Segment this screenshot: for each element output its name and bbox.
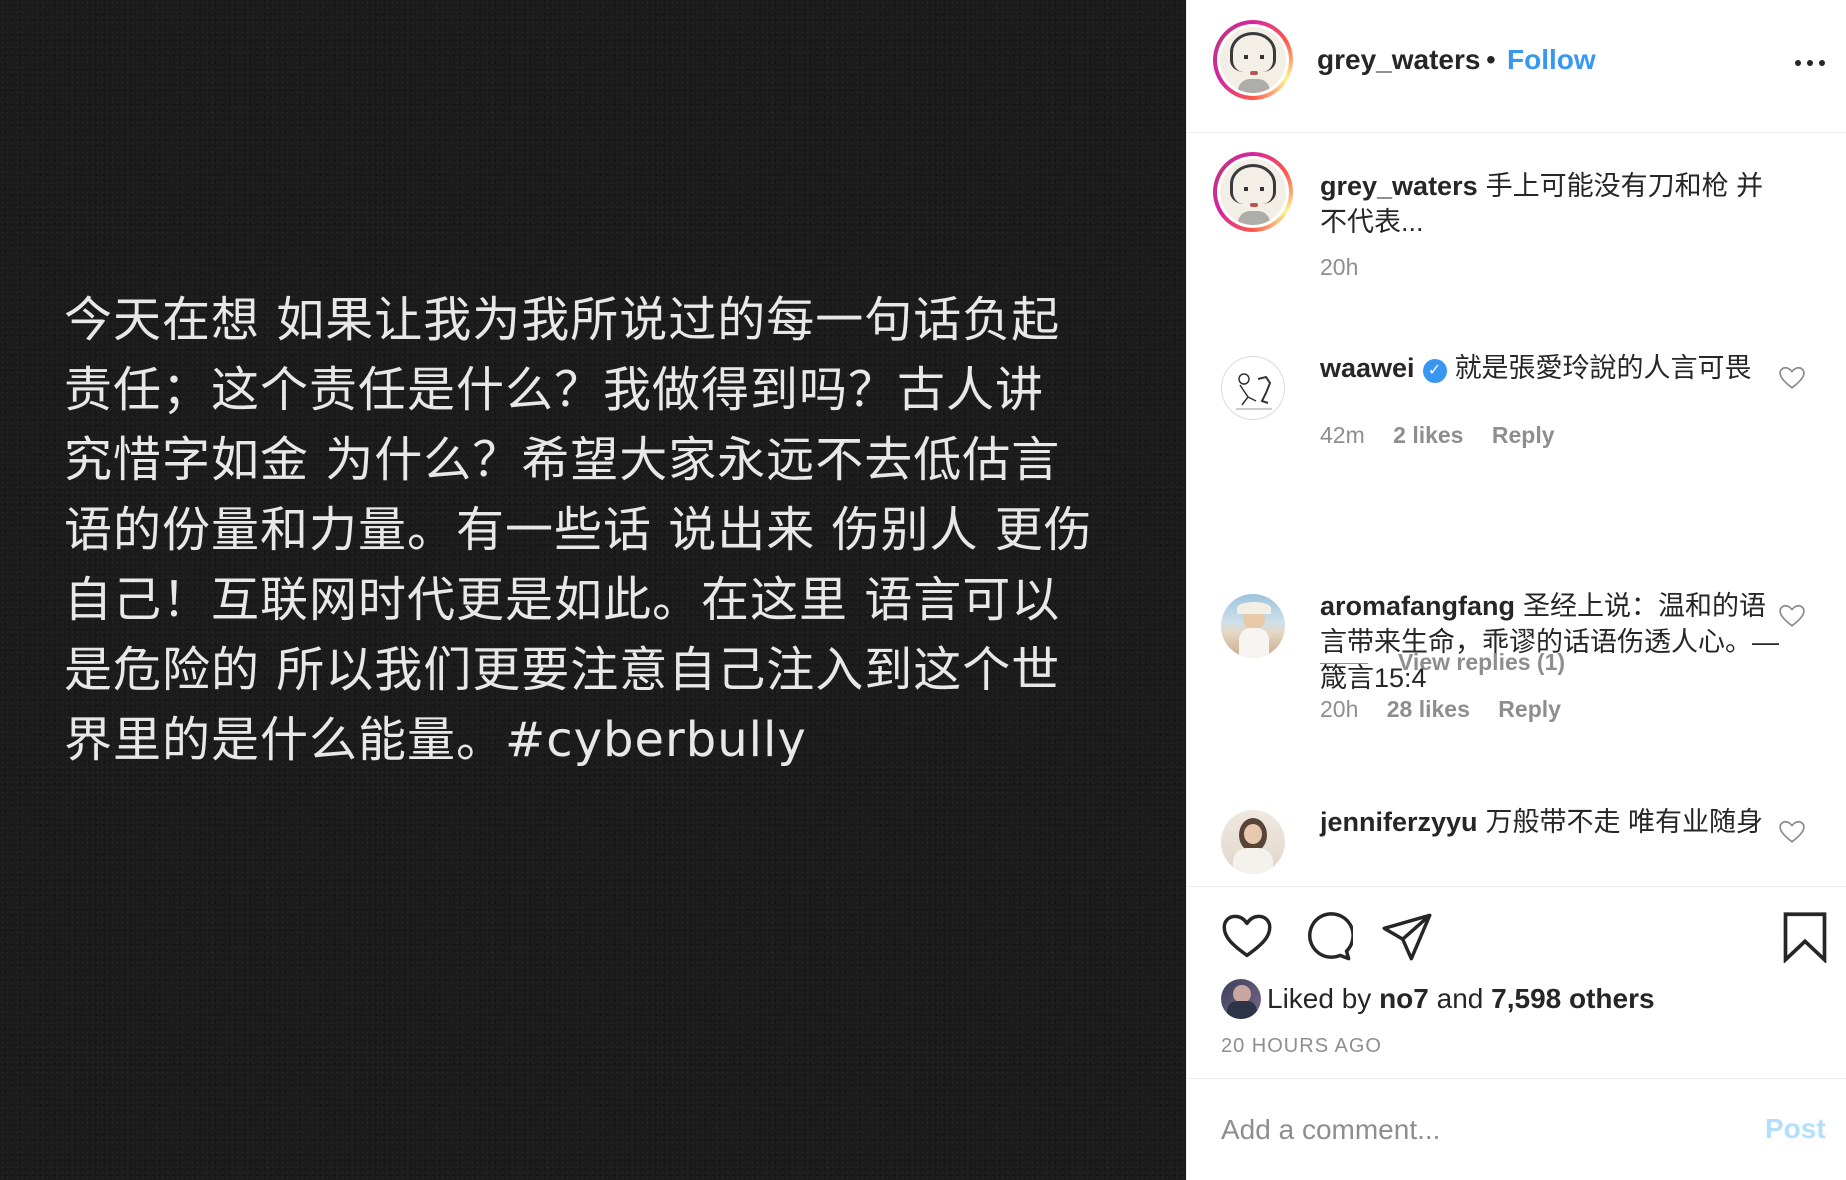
comment-meta: 42m 2 likes Reply: [1320, 422, 1577, 449]
save-bookmark-icon[interactable]: [1779, 911, 1831, 963]
comment-text: aromafangfang 圣经上说：温和的语言带来生命，乖谬的话语伤透人心。—箴…: [1320, 588, 1780, 696]
post-actions: Liked by no7 and 7,598 others 20 HOURS A…: [1187, 886, 1846, 1078]
waawei-logo-icon: [1236, 373, 1272, 410]
comment-like-heart-icon[interactable]: [1779, 604, 1805, 628]
liked-by-others[interactable]: 7,598 others: [1491, 983, 1654, 1014]
comment-likes[interactable]: 28 likes: [1387, 696, 1470, 722]
liked-by-and: and: [1436, 983, 1484, 1014]
caption-username[interactable]: grey_waters: [1320, 171, 1478, 201]
comment-text: waawei ✓ 就是張愛玲說的人言可畏: [1320, 350, 1780, 386]
add-comment-input[interactable]: [1221, 1109, 1721, 1151]
add-comment-bar: Post: [1187, 1078, 1846, 1180]
comments-list[interactable]: grey_waters 手上可能没有刀和枪 并不代表... 20h waawei ✓…: [1187, 134, 1846, 886]
comment-text: jenniferzyyu 万般带不走 唯有业随身: [1320, 804, 1780, 840]
comment-like-heart-icon[interactable]: [1779, 820, 1805, 844]
commenter-avatar[interactable]: [1221, 594, 1285, 658]
author-avatar[interactable]: [1213, 20, 1293, 100]
post-comment-button[interactable]: Post: [1765, 1113, 1826, 1145]
separator-dot: •: [1486, 44, 1496, 75]
comment-time[interactable]: 42m: [1320, 422, 1365, 448]
comment-username[interactable]: aromafangfang: [1320, 591, 1515, 621]
commenter-avatar[interactable]: [1221, 810, 1285, 874]
share-send-icon[interactable]: [1381, 911, 1433, 963]
post-time-ago[interactable]: 20 HOURS AGO: [1221, 1035, 1382, 1058]
caption-text: grey_waters 手上可能没有刀和枪 并不代表...: [1320, 168, 1780, 240]
comment-likes[interactable]: 2 likes: [1393, 422, 1463, 448]
caption-meta: 20h: [1320, 254, 1380, 281]
liked-by-text: Liked by no7 and 7,598 others: [1267, 983, 1655, 1015]
post-header: grey_waters • Follow: [1187, 0, 1846, 133]
comment-like-heart-icon[interactable]: [1779, 366, 1805, 390]
post-side-panel: grey_waters • Follow grey_waters 手上可能没有刀和…: [1186, 0, 1846, 1180]
comment-meta: 20h 28 likes Reply: [1320, 696, 1583, 723]
caption-time[interactable]: 20h: [1320, 254, 1358, 280]
commenter-avatar[interactable]: [1221, 356, 1285, 420]
comment-time[interactable]: 20h: [1320, 696, 1358, 722]
post-image-text: 今天在想 如果让我为我所说过的每一句话负起 责任；这个责任是什么？我做得到吗？古…: [64, 292, 1093, 768]
caption-avatar[interactable]: [1213, 152, 1293, 232]
follow-button[interactable]: Follow: [1507, 44, 1596, 76]
verified-badge-icon: ✓: [1422, 359, 1447, 383]
post-image[interactable]: 今天在想 如果让我为我所说过的每一句话负起 责任；这个责任是什么？我做得到吗？古…: [0, 0, 1186, 1180]
liked-by-user[interactable]: no7: [1379, 983, 1429, 1014]
more-options-icon[interactable]: [1793, 48, 1827, 76]
comment-body: 就是張愛玲說的人言可畏: [1454, 353, 1752, 383]
comment-bubble-icon[interactable]: [1301, 911, 1353, 963]
reply-button[interactable]: Reply: [1498, 696, 1561, 722]
liked-by-avatar[interactable]: [1221, 979, 1261, 1019]
like-heart-icon[interactable]: [1221, 911, 1273, 963]
comment-body: 万般带不走 唯有业随身: [1485, 807, 1764, 837]
author-username[interactable]: grey_waters: [1317, 44, 1480, 76]
liked-by-prefix: Liked by: [1267, 983, 1372, 1014]
comment-username[interactable]: waawei: [1320, 353, 1415, 383]
comment-username[interactable]: jenniferzyyu: [1320, 807, 1478, 837]
reply-button[interactable]: Reply: [1492, 422, 1555, 448]
